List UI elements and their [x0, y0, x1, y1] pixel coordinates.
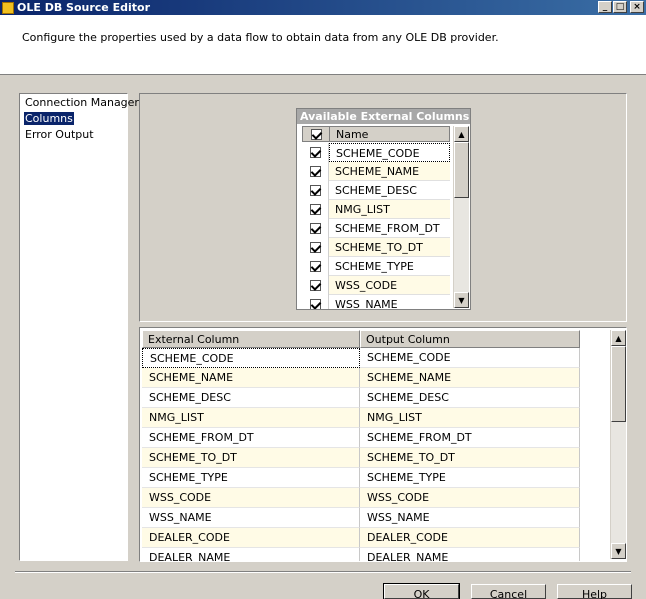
column-name: NMG_LIST	[329, 200, 450, 219]
output-column-cell[interactable]: SCHEME_NAME	[360, 368, 580, 388]
cancel-button[interactable]: Cancel	[471, 584, 546, 599]
table-row[interactable]: DEALER_CODE DEALER_CODE	[142, 528, 580, 548]
ok-button[interactable]: OK	[383, 583, 460, 599]
table-row[interactable]: SCHEME_TYPE SCHEME_TYPE	[142, 468, 580, 488]
external-column-cell[interactable]: SCHEME_DESC	[142, 388, 360, 408]
available-columns-list: SCHEME_CODE SCHEME_NAME SCHEME_DESC NMG_…	[302, 143, 450, 309]
list-item[interactable]: SCHEME_NAME	[302, 162, 450, 181]
list-item[interactable]: NMG_LIST	[302, 200, 450, 219]
scroll-up-icon[interactable]: ▲	[611, 330, 626, 346]
scroll-down-icon[interactable]: ▼	[454, 292, 469, 308]
list-item[interactable]: WSS_CODE	[302, 276, 450, 295]
column-checkbox[interactable]	[309, 261, 321, 272]
window-title: OLE DB Source Editor	[17, 1, 150, 14]
close-button[interactable]: ×	[630, 1, 644, 13]
list-item[interactable]: SCHEME_TYPE	[302, 257, 450, 276]
column-name: SCHEME_TO_DT	[329, 238, 450, 257]
footer-separator	[15, 571, 631, 573]
list-item[interactable]: WSS_NAME	[302, 295, 450, 309]
external-column-cell[interactable]: DEALER_CODE	[142, 528, 360, 548]
select-all-checkbox[interactable]	[310, 128, 322, 140]
output-column-cell[interactable]: WSS_NAME	[360, 508, 580, 528]
list-item[interactable]: SCHEME_CODE	[302, 143, 450, 162]
output-column-cell[interactable]: DEALER_CODE	[360, 528, 580, 548]
mapping-rows: SCHEME_CODE SCHEME_CODE SCHEME_NAME SCHE…	[142, 348, 580, 561]
available-columns-scrollbar[interactable]: ▲ ▼	[453, 126, 469, 308]
minimize-button[interactable]: _	[598, 1, 612, 13]
nav-item-connection-manager[interactable]: Connection Manager	[24, 96, 140, 109]
name-column-header: Name	[336, 127, 369, 141]
output-column-cell[interactable]: WSS_CODE	[360, 488, 580, 508]
help-button[interactable]: Help	[557, 584, 632, 599]
column-checkbox[interactable]	[309, 147, 321, 158]
table-row[interactable]: SCHEME_NAME SCHEME_NAME	[142, 368, 580, 388]
available-columns-box: Available External Columns Name SCHEME_C…	[296, 108, 471, 310]
column-checkbox[interactable]	[309, 185, 321, 196]
table-row[interactable]: DEALER_NAME DEALER_NAME	[142, 548, 580, 561]
column-checkbox[interactable]	[309, 204, 321, 215]
list-item[interactable]: SCHEME_FROM_DT	[302, 219, 450, 238]
column-name: SCHEME_DESC	[329, 181, 450, 200]
maximize-button[interactable]: □	[613, 1, 627, 13]
external-column-cell[interactable]: SCHEME_FROM_DT	[142, 428, 360, 448]
output-column-cell[interactable]: NMG_LIST	[360, 408, 580, 428]
table-row[interactable]: SCHEME_DESC SCHEME_DESC	[142, 388, 580, 408]
external-column-cell[interactable]: SCHEME_NAME	[142, 368, 360, 388]
table-row[interactable]: WSS_NAME WSS_NAME	[142, 508, 580, 528]
mapping-header: External Column Output Column	[142, 330, 580, 348]
table-row[interactable]: SCHEME_FROM_DT SCHEME_FROM_DT	[142, 428, 580, 448]
output-column-cell[interactable]: SCHEME_DESC	[360, 388, 580, 408]
app-icon	[2, 1, 14, 14]
nav-item-error-output[interactable]: Error Output	[24, 128, 95, 141]
available-columns-header: Name	[302, 126, 450, 142]
column-checkbox[interactable]	[309, 223, 321, 234]
table-row[interactable]: SCHEME_TO_DT SCHEME_TO_DT	[142, 448, 580, 468]
title-bar: OLE DB Source Editor _ □ ×	[0, 0, 646, 15]
output-column-header[interactable]: Output Column	[360, 330, 580, 348]
list-item[interactable]: SCHEME_DESC	[302, 181, 450, 200]
column-checkbox[interactable]	[309, 280, 321, 291]
available-columns-title: Available External Columns	[297, 109, 470, 124]
output-column-cell[interactable]: SCHEME_FROM_DT	[360, 428, 580, 448]
window-controls: _ □ ×	[598, 1, 644, 13]
scroll-down-icon[interactable]: ▼	[611, 543, 626, 559]
output-column-cell[interactable]: SCHEME_CODE	[360, 348, 580, 368]
external-column-cell[interactable]: WSS_CODE	[142, 488, 360, 508]
header-band	[0, 15, 646, 75]
output-column-cell[interactable]: SCHEME_TO_DT	[360, 448, 580, 468]
nav-pane: Connection Manager Columns Error Output	[19, 93, 139, 561]
external-column-cell[interactable]: SCHEME_CODE	[142, 348, 360, 368]
column-name: SCHEME_FROM_DT	[329, 219, 450, 238]
nav-item-columns[interactable]: Columns	[24, 112, 74, 125]
column-checkbox[interactable]	[309, 166, 321, 177]
external-column-cell[interactable]: DEALER_NAME	[142, 548, 360, 561]
external-column-cell[interactable]: SCHEME_TO_DT	[142, 448, 360, 468]
column-checkbox[interactable]	[309, 242, 321, 253]
page-description: Configure the properties used by a data …	[22, 31, 499, 44]
column-name: SCHEME_CODE	[329, 143, 450, 162]
external-column-cell[interactable]: NMG_LIST	[142, 408, 360, 428]
external-column-cell[interactable]: SCHEME_TYPE	[142, 468, 360, 488]
column-name: WSS_NAME	[329, 295, 450, 309]
scroll-thumb[interactable]	[454, 142, 469, 198]
column-name: SCHEME_NAME	[329, 162, 450, 181]
output-column-cell[interactable]: SCHEME_TYPE	[360, 468, 580, 488]
table-row[interactable]: SCHEME_CODE SCHEME_CODE	[142, 348, 580, 368]
table-row[interactable]: WSS_CODE WSS_CODE	[142, 488, 580, 508]
column-name: SCHEME_TYPE	[329, 257, 450, 276]
column-checkbox[interactable]	[309, 299, 321, 309]
scroll-thumb[interactable]	[611, 346, 626, 422]
scroll-up-icon[interactable]: ▲	[454, 126, 469, 142]
column-name: WSS_CODE	[329, 276, 450, 295]
list-item[interactable]: SCHEME_TO_DT	[302, 238, 450, 257]
output-column-cell[interactable]: DEALER_NAME	[360, 548, 580, 561]
column-mapping-grid: External Column Output Column SCHEME_COD…	[139, 327, 627, 562]
table-row[interactable]: NMG_LIST NMG_LIST	[142, 408, 580, 428]
external-column-header[interactable]: External Column	[142, 330, 360, 348]
external-column-cell[interactable]: WSS_NAME	[142, 508, 360, 528]
mapping-scrollbar[interactable]: ▲ ▼	[610, 330, 626, 559]
